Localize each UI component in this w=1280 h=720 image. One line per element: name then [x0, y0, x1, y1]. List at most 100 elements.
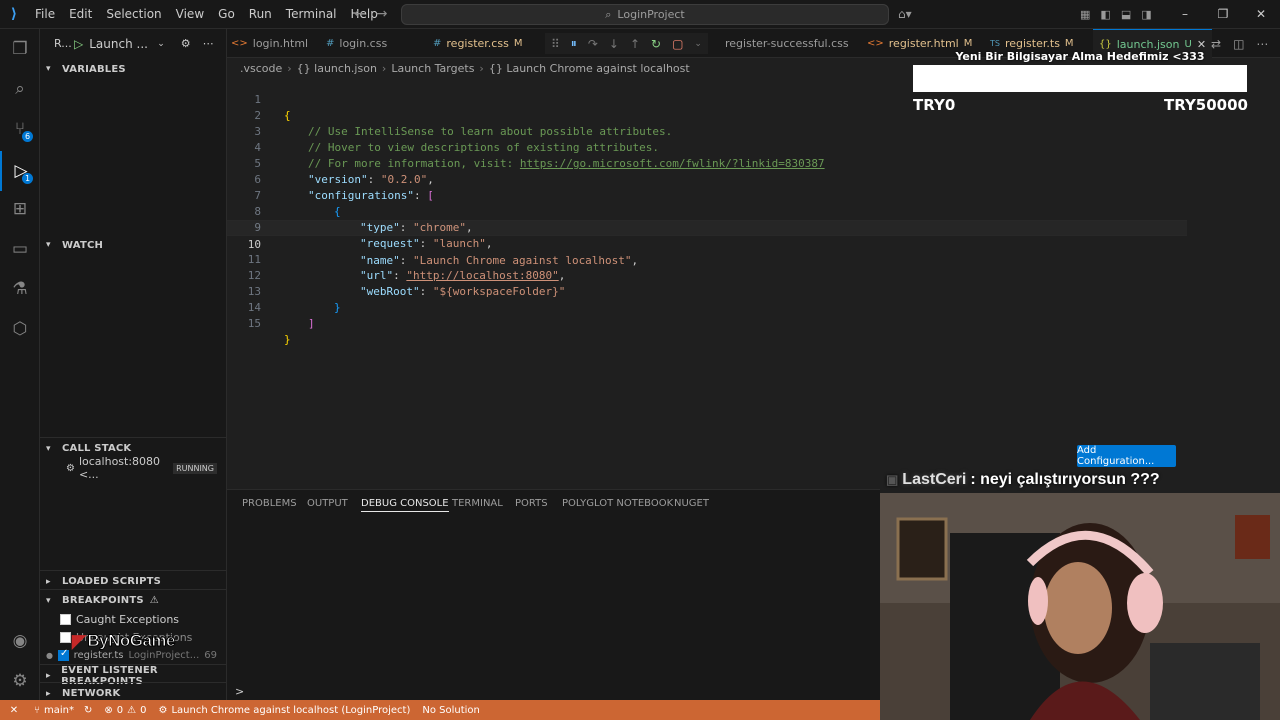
tab-label: register-successful.css [725, 37, 849, 50]
close-window-icon[interactable]: ✕ [1242, 0, 1280, 29]
variables-label: VARIABLES [62, 63, 126, 75]
untracked-indicator: U [1184, 38, 1192, 50]
bp-caught-exceptions[interactable]: Caught Exceptions [60, 610, 179, 628]
restart-icon[interactable]: ↻ [651, 37, 661, 51]
split-editor-icon[interactable]: ◫ [1233, 37, 1244, 51]
line-content: ] [308, 317, 315, 330]
session-gear-icon: ⚙ [66, 462, 75, 474]
source-control-icon[interactable]: ⑂ 6 [0, 109, 40, 149]
docker-icon[interactable]: ⬡ [0, 309, 40, 349]
breadcrumb-symbol[interactable]: Launch Targets [391, 62, 474, 75]
code-line: 14 ] [227, 284, 1187, 330]
network-label: NETWORK [62, 688, 121, 699]
warning-icon: ⚠ [149, 595, 159, 606]
testing-icon[interactable]: ⚗ [0, 269, 40, 309]
debug-console-input[interactable]: > [227, 685, 880, 700]
start-debugging-icon[interactable]: ▷ [74, 37, 83, 51]
forward-arrow-icon[interactable]: → [376, 0, 388, 29]
menu-edit[interactable]: Edit [62, 0, 99, 29]
tab-register-css[interactable]: # register.css M [433, 29, 522, 58]
extensions-icon[interactable]: ⊞ [0, 189, 40, 229]
command-center[interactable]: ⌕ LoginProject [401, 4, 889, 25]
step-out-icon[interactable]: ↑ [630, 37, 640, 51]
watch-label: WATCH [62, 239, 104, 251]
tab-problems[interactable]: PROBLEMS [242, 490, 297, 518]
menu-file[interactable]: File [28, 0, 62, 29]
menu-selection[interactable]: Selection [99, 0, 168, 29]
more-actions-icon[interactable]: ⋯ [1256, 37, 1268, 51]
stop-icon[interactable]: ▢ [672, 37, 683, 51]
variables-section-header[interactable]: ▾ VARIABLES [40, 58, 227, 80]
donation-goal-overlay: Yeni Bir Bilgisayar Alma Hedefimiz <333 … [912, 50, 1248, 120]
tab-label: register.html [888, 37, 959, 50]
watch-section-header[interactable]: ▾ WATCH [40, 234, 227, 256]
add-configuration-button[interactable]: Add Configuration... [1077, 445, 1176, 467]
debug-target-indicator[interactable]: ⚙ Launch Chrome against localhost (Login… [153, 705, 417, 716]
tab-output[interactable]: OUTPUT [307, 490, 348, 518]
menu-view[interactable]: View [169, 0, 211, 29]
compare-icon[interactable]: ⇄ [1211, 37, 1221, 51]
remote-indicator-icon[interactable]: ✕ [0, 704, 28, 716]
branch-indicator[interactable]: ⑂ main* ↻ [28, 705, 98, 716]
register-breakpoint-checkbox[interactable] [57, 648, 69, 661]
menu-go[interactable]: Go [211, 0, 242, 29]
customize-layout-icon[interactable]: ▦ [1080, 0, 1090, 29]
callstack-label: CALL STACK [62, 443, 132, 454]
breadcrumb-file[interactable]: {} launch.json [297, 62, 377, 75]
drag-handle-icon[interactable]: ⠿ [551, 37, 560, 51]
close-tab-icon[interactable]: ✕ [1197, 38, 1206, 51]
code-editor[interactable]: 1 { 2 // Use IntelliSense to learn about… [227, 76, 1280, 486]
error-icon: ⊗ [104, 704, 113, 716]
callstack-session[interactable]: ⚙ localhost:8080 <... RUNNING [66, 455, 227, 481]
toggle-secondary-sidebar-icon[interactable]: ◨ [1141, 0, 1151, 29]
minimize-icon[interactable]: – [1166, 0, 1204, 29]
remote-explorer-icon[interactable]: ▭ [0, 229, 40, 269]
copilot-icon[interactable]: ⌂▾ [898, 0, 912, 29]
explorer-icon[interactable]: ❐ [0, 29, 40, 69]
step-over-icon[interactable]: ↷ [588, 37, 598, 51]
run-view-title: R... [54, 37, 72, 50]
tab-debug-console[interactable]: DEBUG CONSOLE [361, 490, 449, 512]
nav-arrows: ← → [354, 0, 387, 29]
toggle-sidebar-icon[interactable]: ◧ [1100, 0, 1110, 29]
accounts-icon[interactable]: ◉ [0, 621, 40, 661]
chevron-down-icon: ▾ [46, 64, 51, 74]
vscode-window: ⟩ File Edit Selection View Go Run Termin… [0, 0, 1280, 720]
caught-exceptions-checkbox[interactable] [60, 613, 71, 625]
run-debug-icon[interactable]: ▷ 1 [0, 151, 40, 191]
breadcrumb-item[interactable]: {} Launch Chrome against localhost [489, 62, 690, 75]
back-arrow-icon[interactable]: ← [354, 0, 366, 29]
solution-indicator[interactable]: No Solution [416, 705, 486, 716]
chevron-down-icon[interactable]: ⌄ [694, 39, 702, 49]
goal-title: Yeni Bir Bilgisayar Alma Hedefimiz <333 [955, 50, 1205, 63]
pause-icon[interactable]: ⏸ [571, 36, 577, 51]
tab-login-html[interactable]: <> login.html [231, 29, 308, 58]
settings-gear-icon[interactable]: ⚙ [0, 661, 40, 701]
menu-run[interactable]: Run [242, 0, 279, 29]
breadcrumb-folder[interactable]: .vscode [240, 62, 282, 75]
breakpoints-header[interactable]: ▾ BREAKPOINTS ⚠ [40, 589, 227, 611]
tab-login-css[interactable]: # login.css [326, 29, 387, 58]
menu-terminal[interactable]: Terminal [279, 0, 344, 29]
tab-nuget[interactable]: NUGET [674, 490, 709, 518]
maximize-icon[interactable]: ❐ [1204, 0, 1242, 29]
search-view-icon[interactable]: ⌕ [0, 69, 40, 109]
bottom-panel: PROBLEMS OUTPUT DEBUG CONSOLE TERMINAL P… [227, 489, 880, 685]
session-label: localhost:8080 <... [78, 455, 161, 481]
tab-ports[interactable]: PORTS [515, 490, 548, 518]
open-launch-json-gear-icon[interactable]: ⚙ [181, 37, 191, 50]
tab-register-successful-css[interactable]: register-successful.css [725, 29, 849, 58]
uncaught-exceptions-checkbox[interactable] [60, 631, 71, 643]
chevron-down-icon[interactable]: ⌄ [157, 39, 165, 49]
toggle-panel-icon[interactable]: ⬓ [1121, 0, 1131, 29]
tab-polyglot-notebook[interactable]: POLYGLOT NOTEBOOK [562, 490, 673, 518]
tab-terminal[interactable]: TERMINAL [452, 490, 503, 518]
more-actions-icon[interactable]: ⋯ [203, 37, 214, 50]
problems-indicator[interactable]: ⊗ 0 ⚠ 0 [98, 705, 152, 716]
step-into-icon[interactable]: ↓ [609, 37, 619, 51]
debug-target-label: Launch Chrome against localhost (LoginPr… [171, 704, 411, 716]
launch-config-select[interactable]: Launch ... [89, 37, 151, 51]
warning-count: 0 [140, 704, 147, 716]
vscode-logo-icon: ⟩ [10, 6, 18, 22]
git-branch-icon: ⑂ [34, 704, 40, 716]
